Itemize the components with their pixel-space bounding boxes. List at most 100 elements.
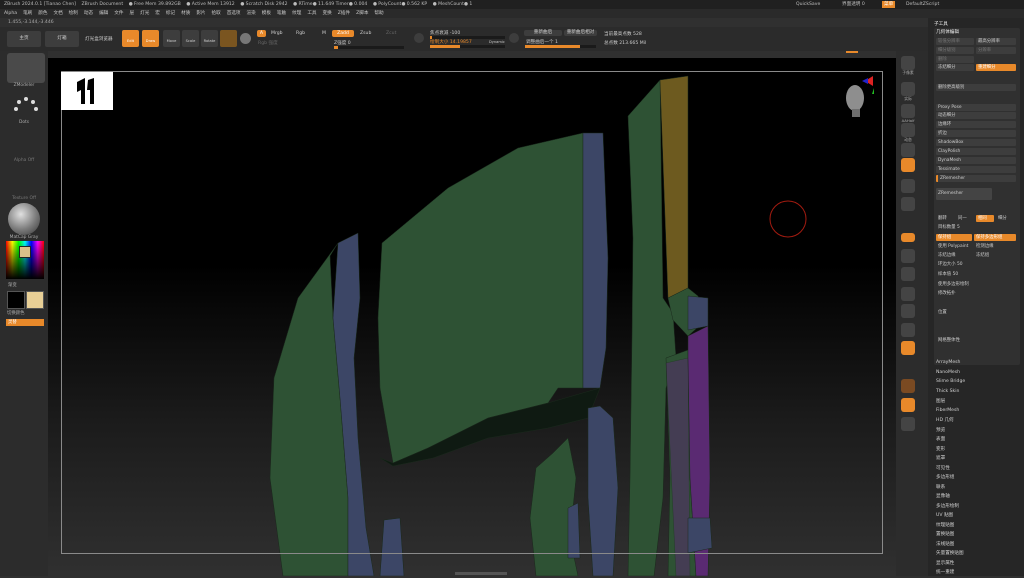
menu-item[interactable]: 材质 — [181, 11, 190, 16]
menus-button[interactable]: 菜单 — [882, 1, 896, 8]
menu-item[interactable]: 颜色 — [38, 11, 47, 16]
texture-slot[interactable] — [7, 168, 45, 195]
contact-item[interactable]: 联系 — [936, 484, 945, 490]
lightbox-browser-label[interactable]: 灯光盒浏览器 — [85, 36, 113, 42]
claypolish-button[interactable]: ClayPolish — [936, 148, 1016, 155]
m-button[interactable]: M — [322, 31, 326, 36]
dynamesh-button[interactable]: DynaMesh — [936, 157, 1016, 164]
tessimate-button[interactable]: Tessimate — [936, 166, 1016, 173]
delete-lower-button[interactable]: 删除 — [936, 56, 974, 63]
transparency-icon[interactable] — [901, 341, 915, 355]
switch-color-button[interactable]: 切换颜色 — [7, 310, 25, 316]
surface-item[interactable]: 表面 — [936, 436, 945, 442]
dynamic-subdiv-button[interactable]: 动态细分 — [936, 112, 1016, 119]
zmodeler-brush-icon[interactable] — [7, 53, 45, 83]
home-button[interactable]: 主页 — [7, 31, 41, 47]
rgb-intensity-slider[interactable]: Rgb 强度 — [258, 40, 278, 46]
displacement-map-item[interactable]: 置换贴图 — [936, 531, 954, 537]
menu-item[interactable]: 编辑 — [99, 11, 108, 16]
normal-map-item[interactable]: 法线贴图 — [936, 541, 954, 547]
preview-item[interactable]: 预览 — [936, 427, 945, 433]
zcut-button[interactable]: Zcut — [386, 31, 396, 36]
menu-item[interactable]: 帮助 — [374, 11, 383, 16]
ghost-icon[interactable] — [901, 417, 915, 431]
symmetry-icon[interactable] — [901, 233, 915, 242]
menu-item[interactable]: 动态 — [84, 11, 93, 16]
resample-button[interactable]: 重新曲后 — [524, 30, 562, 36]
default-zscript[interactable]: DefaultZScript — [906, 0, 939, 9]
mesh-integrity-button[interactable]: 网格整体性 — [936, 337, 1016, 344]
frame-icon[interactable] — [901, 249, 915, 263]
persp-icon[interactable] — [901, 143, 915, 157]
menu-item[interactable]: 笔刷 — [23, 11, 32, 16]
menu-item[interactable]: 模板 — [262, 11, 271, 16]
keep-creases-button[interactable]: 保持多边形组 — [974, 234, 1016, 241]
resample-last-track[interactable] — [525, 45, 596, 48]
higher-res-button[interactable]: 最高分辨率 — [976, 38, 1016, 45]
subpixel-icon[interactable] — [901, 56, 915, 70]
matcap-sphere-icon[interactable] — [8, 203, 40, 235]
focal-icon[interactable] — [414, 33, 424, 43]
menu-item[interactable]: 渲染 — [247, 11, 256, 16]
freeze-subdiv-button[interactable]: 冻结细分 — [936, 64, 974, 71]
detect-edges-button[interactable]: 检测边缘 — [974, 243, 1016, 250]
menu-item[interactable]: 宏 — [155, 11, 160, 16]
quicksave-button[interactable]: QuickSave — [796, 0, 820, 9]
resample-icon[interactable] — [509, 33, 519, 43]
alpha-slot[interactable] — [7, 131, 45, 159]
z-intensity-track[interactable] — [334, 46, 404, 49]
scale-button[interactable]: Scale — [182, 30, 199, 47]
display-properties-item[interactable]: 显示属性 — [936, 560, 954, 566]
polyf-icon[interactable] — [901, 323, 915, 337]
polygroups-item[interactable]: 多边形组 — [936, 474, 954, 480]
secondary-color-swatch[interactable] — [7, 291, 25, 309]
dynamic-icon[interactable] — [901, 123, 915, 137]
geometry-header[interactable]: 几何体编辑 — [936, 29, 959, 35]
dynamic-toggle[interactable]: Dynamic — [489, 40, 505, 44]
rgb-button[interactable]: Rgb — [296, 31, 305, 36]
vector-displacement-item[interactable]: 矢量置换贴图 — [936, 550, 964, 556]
xpose-icon[interactable] — [901, 398, 915, 412]
use-polypaint-button[interactable]: 使用 Polypaint — [936, 243, 972, 250]
bottom-scrollbar[interactable] — [455, 572, 507, 575]
nanomesh-item[interactable]: NanoMesh — [936, 370, 960, 375]
a-mode-button[interactable]: A — [257, 30, 266, 37]
zremesher-section[interactable]: ZRemesher — [936, 175, 1016, 182]
adaptive-button[interactable]: 相同 — [976, 215, 994, 222]
hd-geometry-item[interactable]: HD 几何 — [936, 417, 954, 423]
texture-map-item[interactable]: 纹理贴图 — [936, 522, 954, 528]
menu-item[interactable]: Alpha — [4, 11, 17, 16]
freeze-button[interactable]: 翻转 — [936, 215, 954, 222]
thick-skin-item[interactable]: Thick Skin — [936, 389, 959, 394]
draw-button[interactable]: Draw — [142, 30, 159, 47]
sample-slider[interactable]: 样本值 50 — [936, 271, 1016, 278]
rotate-view-icon[interactable] — [901, 304, 915, 318]
navigation-head-icon[interactable] — [840, 76, 880, 122]
main-color-swatch[interactable] — [26, 291, 44, 309]
freeze-border-button[interactable]: 冻结边缘 — [936, 252, 972, 259]
same-button[interactable]: 同一 — [956, 215, 974, 222]
edge-loop-button[interactable]: 边缘环 — [936, 121, 1016, 128]
solo-icon[interactable] — [901, 379, 915, 393]
zoom-view-icon[interactable] — [901, 287, 915, 301]
sdiv-slider[interactable]: 细分级别 — [936, 47, 974, 54]
polypaint-item[interactable]: 多边形绘制 — [936, 503, 959, 509]
menu-item[interactable]: Z插件 — [338, 11, 350, 16]
menu-item[interactable]: 影片 — [196, 11, 205, 16]
adapt-button[interactable]: 细分 — [996, 215, 1016, 222]
menu-item[interactable]: 工具 — [307, 11, 316, 16]
transparency-slider[interactable]: 界面透明 0 — [842, 0, 865, 9]
target-count-slider[interactable]: 目标数量 5 — [936, 224, 1016, 231]
menu-item[interactable]: 拾取 — [212, 11, 221, 16]
edit-button[interactable]: Edit — [122, 30, 139, 47]
menu-item[interactable]: 笔触 — [277, 11, 286, 16]
zadd-button[interactable]: Zadd — [332, 30, 354, 37]
menu-item[interactable]: 文件 — [114, 11, 123, 16]
move-view-icon[interactable] — [901, 267, 915, 281]
color-picker[interactable] — [6, 241, 44, 279]
visibility-item[interactable]: 可见性 — [936, 465, 950, 471]
menu-item[interactable]: 标记 — [166, 11, 175, 16]
morph-target-item[interactable]: 显像轴 — [936, 493, 950, 499]
zsub-button[interactable]: Zsub — [360, 31, 371, 36]
menu-item[interactable]: 首选项 — [227, 11, 241, 16]
